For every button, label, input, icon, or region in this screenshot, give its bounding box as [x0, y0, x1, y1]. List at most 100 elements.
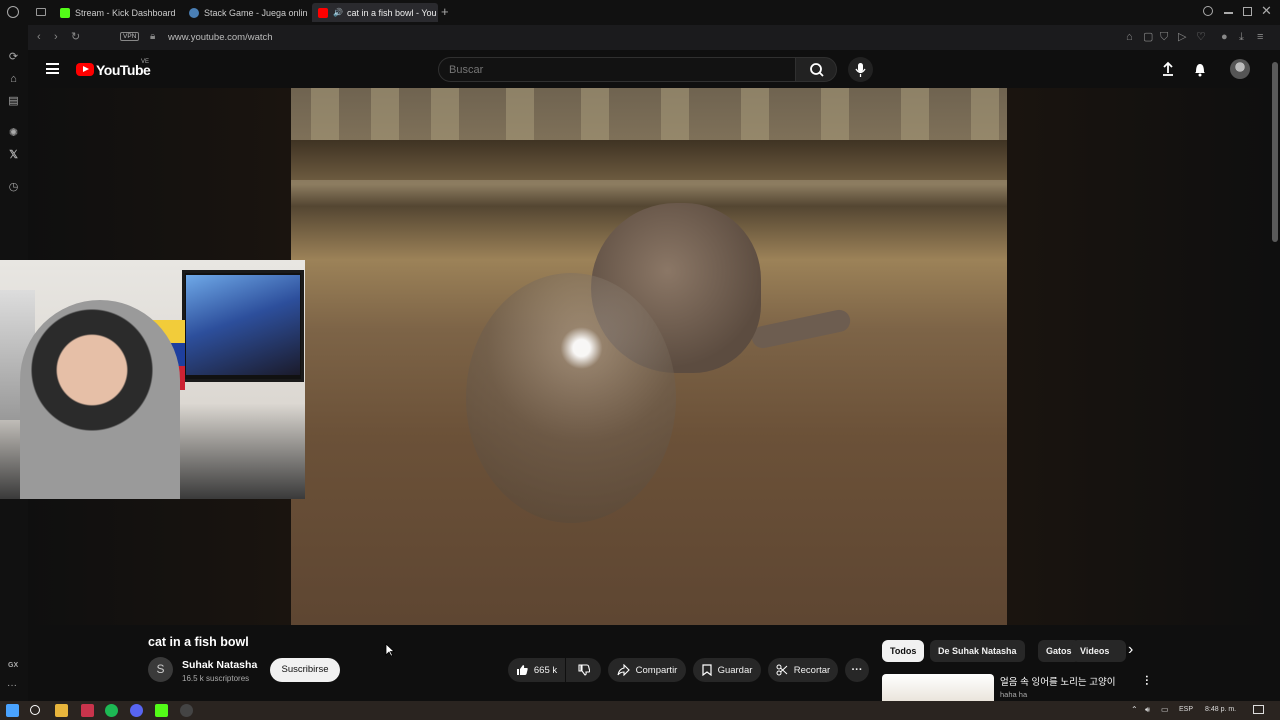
restore-icon[interactable]	[1243, 7, 1252, 16]
shield-icon[interactable]: ⛉	[1160, 31, 1168, 44]
create-upload-icon[interactable]	[1161, 61, 1175, 77]
search-input[interactable]	[438, 57, 796, 82]
network-icon[interactable]: ▭	[1161, 705, 1169, 714]
scrollbar-thumb[interactable]	[1272, 62, 1278, 242]
chatgpt-icon[interactable]: ✺	[7, 127, 20, 140]
like-count: 665 k	[533, 664, 558, 676]
tab-label: Stack Game - Juega onlin	[204, 7, 308, 18]
bag-icon[interactable]: ⌂	[7, 73, 20, 86]
recommended-title[interactable]: 얼음 속 잉어를 노리는 고양이	[1000, 674, 1115, 688]
page-scrollbar[interactable]	[1270, 50, 1280, 701]
country-code: VE	[141, 59, 150, 65]
clip-button[interactable]: Recortar	[768, 658, 838, 682]
kick-favicon-icon	[60, 7, 70, 18]
guide-menu-icon[interactable]	[46, 63, 59, 74]
gx-label: GX	[8, 662, 19, 669]
search-taskbar-icon[interactable]	[30, 705, 40, 715]
back-icon[interactable]: ‹	[37, 31, 41, 44]
url-field[interactable]: www.youtube.com/watch	[168, 32, 273, 43]
video-frame[interactable]	[291, 88, 1007, 625]
forward-icon[interactable]: ›	[54, 31, 58, 44]
save-label: Guardar	[717, 664, 753, 676]
fish-bowl	[466, 273, 676, 523]
webcam-tv-screen	[186, 275, 300, 375]
bookmark-page-icon[interactable]: ⌂	[1126, 31, 1133, 44]
browser-tab-bar: Stream - Kick Dashboard Stack Game - Jue…	[0, 0, 1280, 25]
tab-youtube-cat-fish-bowl[interactable]: 🔊 cat in a fish bowl - You	[312, 3, 438, 22]
video-title: cat in a fish bowl	[148, 635, 249, 649]
discord-icon[interactable]	[130, 704, 143, 717]
chip-all[interactable]: Todos	[882, 640, 925, 662]
account-avatar[interactable]	[1230, 59, 1250, 79]
tab-stack-game[interactable]: Stack Game - Juega onlin	[183, 3, 313, 22]
youtube-masthead: YouTube VE	[28, 50, 1270, 88]
share-button[interactable]: Compartir	[608, 658, 686, 682]
recommended-thumbnail[interactable]	[882, 674, 994, 701]
youtube-favicon-icon	[318, 7, 328, 18]
close-window-icon[interactable]: ✕	[1261, 3, 1272, 19]
volume-icon[interactable]: 🔊︎	[1145, 705, 1150, 715]
tab-kick-dashboard[interactable]: Stream - Kick Dashboard	[54, 3, 184, 22]
couch-base	[291, 140, 1007, 180]
new-tab-button[interactable]: +	[441, 5, 449, 18]
easy-setup-icon[interactable]: ≡	[1257, 31, 1263, 44]
more-icon[interactable]: ···	[7, 680, 17, 691]
reload-icon[interactable]: ↻	[71, 31, 80, 44]
voice-search-button[interactable]	[848, 57, 873, 82]
windows-taskbar: ⌃ 🔊︎ ▭ ESP 8:48 p. m.	[0, 701, 1280, 720]
tab-manager-icon[interactable]	[36, 8, 46, 16]
notifications-bell-icon[interactable]	[1193, 61, 1207, 77]
bookmark-icon	[701, 664, 712, 676]
chips-next-chevron-icon[interactable]: ›	[1128, 642, 1133, 658]
share-label: Compartir	[635, 664, 678, 676]
search-button[interactable]	[795, 57, 837, 82]
kick-taskbar-icon[interactable]	[155, 704, 168, 717]
chip-from-channel[interactable]: De Suhak Natasha	[930, 640, 1025, 662]
input-language[interactable]: ESP	[1179, 706, 1193, 713]
clock[interactable]: 8:48 p. m.	[1205, 706, 1236, 713]
player-ambient-right	[1007, 88, 1270, 625]
vpn-badge[interactable]: VPN	[120, 32, 140, 41]
x-twitter-icon[interactable]: 𝕏	[7, 149, 20, 162]
snapshot-icon[interactable]: ▢	[1143, 31, 1153, 44]
channel-name[interactable]: Suhak Natasha	[182, 659, 257, 671]
recommended-channel[interactable]: haha ha	[1000, 690, 1027, 699]
webcam-person	[20, 300, 180, 499]
obs-icon[interactable]	[180, 704, 193, 717]
download-icon[interactable]: ⤓	[1239, 31, 1244, 44]
refresh-sidebar-icon[interactable]: ⟳	[7, 51, 20, 64]
youtube-logo-icon[interactable]	[76, 63, 94, 76]
lock-icon[interactable]: 🔒︎	[150, 30, 155, 43]
notification-center-icon[interactable]	[1253, 705, 1264, 714]
recommended-menu-icon[interactable]: ···	[1140, 675, 1152, 686]
mouse-cursor-icon	[385, 643, 395, 657]
start-windows-icon[interactable]	[6, 704, 19, 717]
dislike-button[interactable]	[566, 658, 601, 682]
minimize-icon[interactable]	[1224, 12, 1233, 14]
thumbs-down-icon	[577, 664, 590, 676]
audio-playing-icon[interactable]: 🔊	[333, 8, 343, 17]
chip-videos[interactable]: Videos	[1072, 640, 1126, 662]
search-tabs-icon[interactable]	[1203, 6, 1213, 16]
profile-icon[interactable]: ●	[1221, 31, 1228, 44]
channel-avatar[interactable]: S	[148, 657, 173, 682]
opera-menu-icon[interactable]	[7, 6, 19, 18]
microphone-icon	[855, 63, 866, 77]
webcam-overlay	[0, 260, 305, 499]
save-button[interactable]: Guardar	[693, 658, 761, 682]
player-icon[interactable]: ▷	[1178, 31, 1186, 44]
scissors-icon	[776, 664, 788, 676]
spotify-icon[interactable]	[105, 704, 118, 717]
tab-label: cat in a fish bowl - You	[346, 7, 437, 18]
search-icon	[810, 63, 824, 77]
opera-gx-taskbar-icon[interactable]	[81, 704, 94, 717]
note-icon[interactable]: ▤	[7, 95, 20, 108]
more-actions-icon[interactable]: ···	[845, 658, 869, 682]
history-icon[interactable]: ◷	[7, 181, 20, 194]
heart-icon[interactable]: ♡	[1196, 31, 1206, 44]
tray-overflow-icon[interactable]: ⌃	[1131, 705, 1138, 714]
like-button[interactable]: 665 k	[508, 658, 565, 682]
share-icon	[617, 664, 630, 676]
file-explorer-icon[interactable]	[55, 704, 68, 717]
subscribe-button[interactable]: Suscribirse	[270, 658, 340, 682]
